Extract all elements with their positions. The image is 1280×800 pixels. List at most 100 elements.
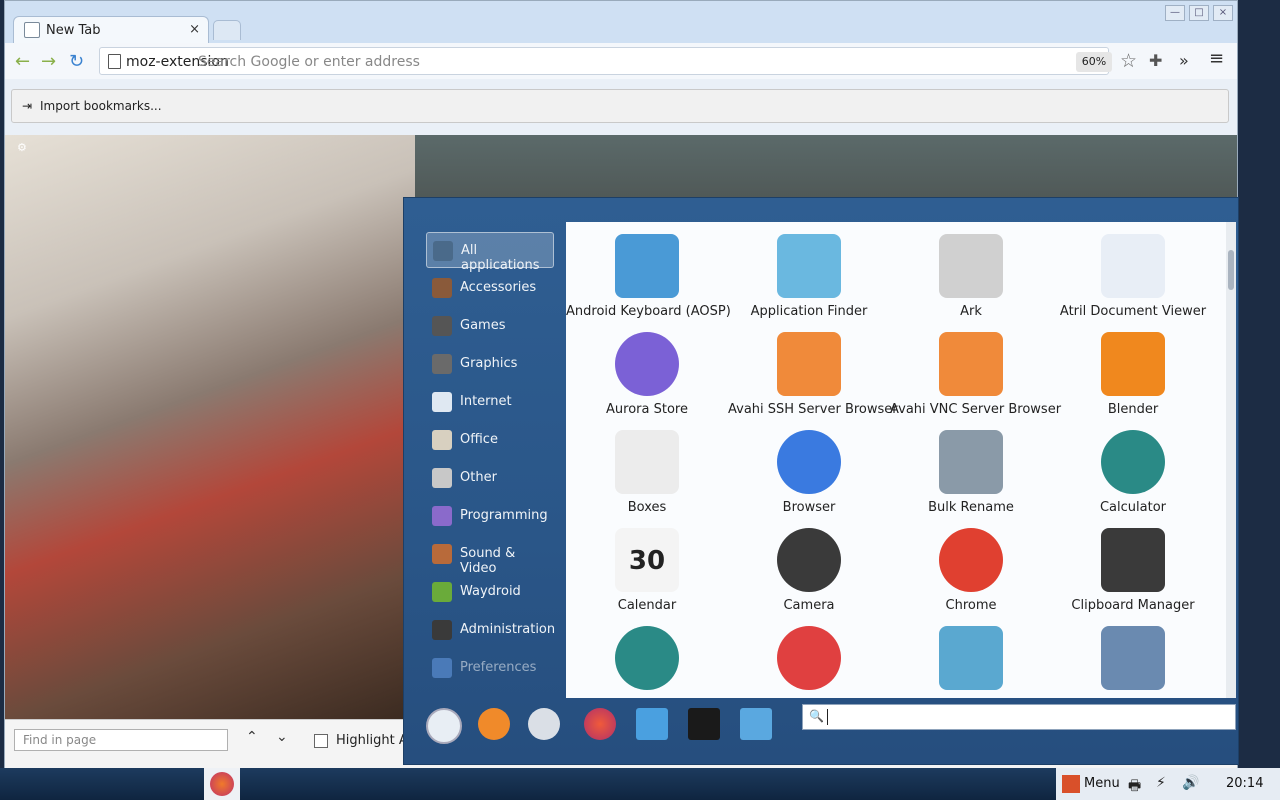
- menu-grid-icon: [1062, 775, 1080, 793]
- new-tab-button[interactable]: [213, 20, 241, 40]
- network-icon[interactable]: ⚡: [1156, 775, 1166, 791]
- find-input[interactable]: Find in page: [14, 729, 228, 751]
- category-sound-video[interactable]: Sound & Video: [426, 536, 554, 576]
- app-clipboard-manager[interactable]: Clipboard Manager: [1052, 522, 1214, 620]
- category-icon: [432, 544, 452, 564]
- app-calculator[interactable]: Calculator: [1052, 424, 1214, 522]
- hamburger-menu-icon[interactable]: ≡: [1209, 48, 1224, 69]
- maximize-button[interactable]: □: [1189, 5, 1209, 21]
- app-camera[interactable]: Camera: [728, 522, 890, 620]
- tab-new-tab[interactable]: New Tab ×: [13, 16, 209, 44]
- category-office[interactable]: Office: [426, 422, 554, 458]
- category-games[interactable]: Games: [426, 308, 554, 344]
- category-programming[interactable]: Programming: [426, 498, 554, 534]
- back-arrow-icon[interactable]: ←: [15, 51, 30, 72]
- app-bulk-rename[interactable]: Bulk Rename: [890, 424, 1052, 522]
- forward-arrow-icon[interactable]: →: [41, 51, 56, 72]
- browser-icon: [777, 430, 841, 494]
- menu-label: Menu: [1084, 776, 1120, 791]
- logout-icon[interactable]: [478, 708, 510, 740]
- app-ark[interactable]: Ark: [890, 228, 1052, 326]
- app-application-finder[interactable]: Application Finder: [728, 228, 890, 326]
- lock-icon[interactable]: [528, 708, 560, 740]
- category-icon: [432, 658, 452, 678]
- category-label: Waydroid: [460, 584, 521, 599]
- system-tray: 🖶 ⚡ 🔊 20:14: [1120, 768, 1280, 800]
- menu-search-input[interactable]: 🔍: [802, 704, 1236, 730]
- find-next-icon[interactable]: ⌄: [276, 729, 288, 745]
- category-icon: [432, 278, 452, 298]
- app-tile[interactable]: [728, 620, 890, 698]
- clock-icon: [615, 626, 679, 690]
- category-preferences[interactable]: Preferences: [426, 650, 554, 686]
- app-blender[interactable]: Blender: [1052, 326, 1214, 424]
- application-menu: All applications Accessories Games Graphics…: [403, 197, 1239, 765]
- app-label: Aurora Store: [606, 402, 688, 417]
- category-waydroid[interactable]: Waydroid: [426, 574, 554, 610]
- app-tile[interactable]: [1052, 620, 1214, 698]
- taskbar-firefox-button[interactable]: [204, 768, 240, 800]
- minimize-button[interactable]: —: [1165, 5, 1185, 21]
- firefox-icon[interactable]: [584, 708, 616, 740]
- app-label: Application Finder: [750, 304, 868, 319]
- category-label: Office: [460, 432, 498, 447]
- category-all-applications[interactable]: All applications: [426, 232, 554, 273]
- app-atril-document-viewer[interactable]: Atril Document Viewer: [1052, 228, 1214, 326]
- app-label: Blender: [1107, 402, 1159, 417]
- files-icon[interactable]: [636, 708, 668, 740]
- reload-icon[interactable]: ↻: [69, 51, 84, 72]
- category-icon: [432, 430, 452, 450]
- app-browser[interactable]: Browser: [728, 424, 890, 522]
- close-window-button[interactable]: ×: [1213, 5, 1233, 21]
- category-accessories[interactable]: Accessories: [426, 270, 554, 306]
- app-label: Calendar: [617, 598, 677, 613]
- volume-icon[interactable]: 🔊: [1182, 775, 1199, 791]
- highlight-all-checkbox[interactable]: [314, 734, 328, 748]
- app-avahi-ssh-server-browser[interactable]: Avahi SSH Server Browser: [728, 326, 898, 424]
- app-boxes[interactable]: Boxes: [566, 424, 728, 522]
- clock[interactable]: 20:14: [1226, 776, 1263, 791]
- find-previous-icon[interactable]: ⌃: [246, 729, 258, 745]
- app-tile[interactable]: [566, 620, 728, 698]
- app-label: Chrome: [945, 598, 997, 613]
- gear-icon[interactable]: ⚙: [17, 141, 27, 154]
- terminal-icon[interactable]: [688, 708, 720, 740]
- import-bookmarks-button[interactable]: Import bookmarks...: [40, 99, 162, 113]
- scrollbar-thumb[interactable]: [1228, 250, 1234, 290]
- category-icon: [432, 468, 452, 488]
- app-label: Browser: [782, 500, 836, 515]
- app-grid-scrollbar[interactable]: [1226, 222, 1236, 698]
- calculator-icon: [1101, 430, 1165, 494]
- app-aurora-store[interactable]: Aurora Store: [566, 326, 728, 424]
- extensions-icon[interactable]: ✚: [1149, 51, 1162, 70]
- category-administration[interactable]: Administration: [426, 612, 555, 648]
- page-icon: [108, 54, 121, 69]
- tab-close-icon[interactable]: ×: [189, 22, 200, 37]
- app-calendar[interactable]: 30 Calendar: [566, 522, 728, 620]
- overflow-icon[interactable]: »: [1179, 51, 1189, 70]
- app-label: Ark: [960, 304, 982, 319]
- address-bar[interactable]: moz-extension Search Google or enter add…: [99, 47, 1137, 75]
- app-chrome[interactable]: Chrome: [890, 522, 1052, 620]
- url-placeholder: Search Google or enter address: [198, 54, 420, 70]
- bookmark-star-icon[interactable]: ☆: [1120, 50, 1137, 72]
- magnifier-icon: [777, 234, 841, 298]
- category-graphics[interactable]: Graphics: [426, 346, 554, 382]
- category-other[interactable]: Other: [426, 460, 554, 496]
- app-avahi-vnc-server-browser[interactable]: Avahi VNC Server Browser: [890, 326, 1062, 424]
- app-grid: Android Keyboard (AOSP) Application Finde…: [566, 222, 1226, 698]
- category-icon: [432, 506, 452, 526]
- power-icon[interactable]: [426, 708, 462, 744]
- firefox-icon: [210, 772, 234, 796]
- printer-icon[interactable]: 🖶: [1128, 775, 1141, 799]
- taskbar-menu-button[interactable]: Menu: [1056, 768, 1120, 800]
- category-icon: [432, 582, 452, 602]
- category-internet[interactable]: Internet: [426, 384, 554, 420]
- app-tile[interactable]: [890, 620, 1052, 698]
- zoom-level-button[interactable]: 60%: [1076, 52, 1112, 72]
- avahi-vnc-icon: [939, 332, 1003, 396]
- app-android-keyboard-aosp[interactable]: Android Keyboard (AOSP): [566, 228, 731, 326]
- search-files-icon[interactable]: [740, 708, 772, 740]
- category-label: Programming: [460, 508, 548, 523]
- app-label: Avahi VNC Server Browser: [890, 402, 1062, 417]
